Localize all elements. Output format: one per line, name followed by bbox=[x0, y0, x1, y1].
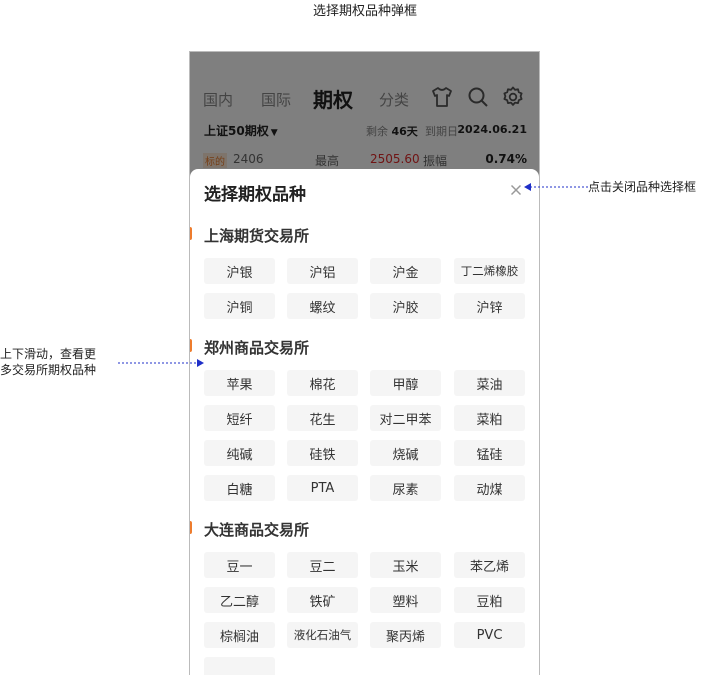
variety-chip[interactable]: 菜油 bbox=[454, 370, 525, 396]
variety-chip[interactable]: 对二甲苯 bbox=[370, 405, 441, 431]
variety-chip[interactable]: 聚丙烯 bbox=[370, 622, 441, 648]
variety-chip[interactable]: 动煤 bbox=[454, 475, 525, 501]
section-label: 上海期货交易所 bbox=[204, 227, 310, 245]
section-accent-bar bbox=[190, 521, 192, 534]
variety-chip[interactable]: 液化石油气 bbox=[287, 622, 358, 648]
variety-chip[interactable]: 硅铁 bbox=[287, 440, 358, 466]
variety-chip[interactable]: 螺纹 bbox=[287, 293, 358, 319]
variety-chip[interactable]: 铁矿 bbox=[287, 587, 358, 613]
variety-chip[interactable]: 沪锌 bbox=[454, 293, 525, 319]
variety-chip[interactable]: 锰硅 bbox=[454, 440, 525, 466]
variety-chip[interactable]: 白糖 bbox=[204, 475, 275, 501]
section-accent-bar bbox=[190, 227, 192, 240]
variety-chip[interactable]: 苯乙烯 bbox=[454, 552, 525, 578]
variety-chip[interactable]: 沪铜 bbox=[204, 293, 275, 319]
variety-chip[interactable]: 棕榈油 bbox=[204, 622, 275, 648]
section-accent-bar bbox=[190, 339, 192, 352]
variety-chip[interactable]: 菜粕 bbox=[454, 405, 525, 431]
option-variety-sheet: 选择期权品种 上海期货交易所 沪银 沪铝 沪金 丁二烯橡胶 沪铜 螺纹 沪胶 沪… bbox=[190, 169, 539, 675]
variety-chip[interactable]: 纯碱 bbox=[204, 440, 275, 466]
close-annotation: 点击关闭品种选择框 bbox=[588, 180, 697, 194]
variety-chip[interactable]: 丁二烯橡胶 bbox=[454, 258, 525, 284]
close-icon[interactable] bbox=[508, 182, 524, 198]
variety-chip[interactable]: 花生 bbox=[287, 405, 358, 431]
variety-chip[interactable]: 棉花 bbox=[287, 370, 358, 396]
variety-chip[interactable]: 短纤 bbox=[204, 405, 275, 431]
variety-chip[interactable]: 乙二醇 bbox=[204, 587, 275, 613]
section-label: 郑州商品交易所 bbox=[204, 339, 310, 357]
phone-screen: 3:58 国内 国际 期权 分类 bbox=[189, 51, 540, 675]
scroll-annotation-line1: 上下滑动，查看更 bbox=[0, 347, 97, 361]
variety-chip[interactable]: 豆粕 bbox=[454, 587, 525, 613]
section-label: 大连商品交易所 bbox=[204, 521, 310, 539]
variety-chip[interactable]: PVC bbox=[454, 622, 525, 648]
variety-chip[interactable]: 玉米 bbox=[370, 552, 441, 578]
variety-chip[interactable]: 沪金 bbox=[370, 258, 441, 284]
scroll-annotation-line2: 多交易所期权品种 bbox=[0, 363, 97, 377]
variety-chip[interactable]: 苹果 bbox=[204, 370, 275, 396]
variety-chip[interactable]: 沪铝 bbox=[287, 258, 358, 284]
variety-chip[interactable]: 沪胶 bbox=[370, 293, 441, 319]
variety-chip[interactable]: 豆一 bbox=[204, 552, 275, 578]
variety-chip[interactable]: 甲醇 bbox=[370, 370, 441, 396]
variety-chip[interactable]: 尿素 bbox=[370, 475, 441, 501]
variety-chip[interactable]: 烧碱 bbox=[370, 440, 441, 466]
sheet-title: 选择期权品种 bbox=[204, 185, 306, 205]
variety-chip[interactable]: 塑料 bbox=[370, 587, 441, 613]
variety-chip[interactable]: PTA bbox=[287, 475, 358, 501]
variety-chip[interactable]: 豆二 bbox=[287, 552, 358, 578]
variety-chip[interactable]: 沪银 bbox=[204, 258, 275, 284]
variety-chip-partial[interactable] bbox=[204, 657, 275, 675]
page-title: 选择期权品种弹框 bbox=[312, 4, 417, 19]
